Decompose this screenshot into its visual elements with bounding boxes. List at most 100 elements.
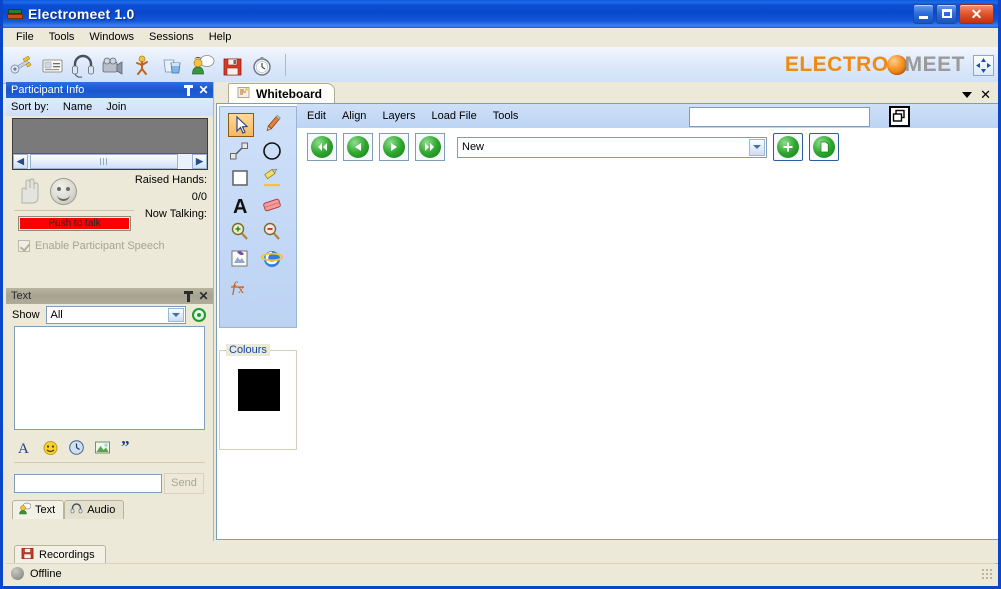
restore-windows-icon[interactable] bbox=[889, 106, 910, 127]
page-select[interactable]: New bbox=[457, 136, 767, 158]
pencil-tool[interactable] bbox=[260, 113, 286, 137]
zoom-in-tool[interactable] bbox=[228, 221, 254, 245]
colours-groupbox: Colours bbox=[219, 344, 297, 450]
polyline-tool[interactable] bbox=[228, 140, 254, 164]
new-page-button[interactable] bbox=[809, 133, 839, 161]
svg-text:x: x bbox=[238, 282, 244, 296]
text-panel: Text ✕ Show All A ” Send Text Audio bbox=[6, 288, 213, 541]
zoom-out-tool[interactable] bbox=[260, 221, 286, 245]
menu-sessions[interactable]: Sessions bbox=[142, 29, 202, 45]
tab-audio[interactable]: Audio bbox=[64, 500, 125, 519]
brand-meet-text: MEET bbox=[904, 53, 965, 76]
quote-icon[interactable]: ” bbox=[120, 437, 137, 456]
whiteboard-title-input[interactable] bbox=[689, 107, 870, 127]
pin-icon[interactable] bbox=[182, 290, 195, 303]
chevron-down-icon[interactable] bbox=[167, 308, 184, 322]
smiley-icon[interactable] bbox=[50, 178, 77, 205]
svg-text:”: ” bbox=[121, 439, 130, 456]
timer-clock-icon[interactable] bbox=[249, 50, 277, 80]
card-info-icon[interactable] bbox=[39, 50, 67, 80]
sort-by-name[interactable]: Name bbox=[63, 101, 92, 113]
close-icon[interactable]: ✕ bbox=[197, 83, 210, 97]
apply-filter-button[interactable] bbox=[191, 308, 206, 322]
wb-menu-tools[interactable]: Tools bbox=[493, 110, 519, 122]
menu-help[interactable]: Help bbox=[202, 29, 240, 45]
participant-speech-icon[interactable] bbox=[189, 50, 217, 80]
participant-info-caption: Participant Info ✕ bbox=[6, 82, 213, 98]
raised-hands-info: Raised Hands: 0/0 Now Talking: bbox=[135, 172, 207, 223]
menu-tools[interactable]: Tools bbox=[42, 29, 83, 45]
close-button[interactable]: ✕ bbox=[959, 4, 994, 24]
timestamp-clock-icon[interactable] bbox=[68, 439, 85, 456]
maximize-button[interactable] bbox=[936, 4, 957, 24]
person-chat-icon bbox=[18, 502, 32, 518]
presenter-icon[interactable] bbox=[129, 50, 157, 80]
scroll-left-button[interactable]: ◀ bbox=[13, 154, 28, 169]
current-colour-swatch[interactable] bbox=[238, 369, 280, 411]
tab-text[interactable]: Text bbox=[12, 500, 65, 519]
raise-hand-icon[interactable] bbox=[18, 176, 40, 204]
pin-icon[interactable] bbox=[182, 84, 195, 97]
send-button[interactable]: Send bbox=[164, 473, 204, 494]
chevron-down-icon[interactable] bbox=[749, 138, 765, 156]
eraser-tool[interactable] bbox=[260, 194, 286, 218]
whiteboard-tabstrip: Whiteboard ✕ bbox=[214, 82, 998, 103]
font-icon[interactable]: A bbox=[16, 439, 33, 457]
show-filter-select[interactable]: All bbox=[45, 306, 186, 324]
enable-participant-speech-row[interactable]: Enable Participant Speech bbox=[18, 240, 165, 252]
close-icon[interactable]: ✕ bbox=[197, 289, 210, 303]
formula-tool[interactable]: f x bbox=[228, 275, 254, 299]
menu-windows[interactable]: Windows bbox=[82, 29, 142, 45]
wb-menu-align[interactable]: Align bbox=[342, 110, 366, 122]
expand-icon[interactable] bbox=[973, 54, 994, 76]
image-icon[interactable] bbox=[94, 439, 111, 456]
colours-label: Colours bbox=[226, 344, 270, 356]
chat-send-row: Send bbox=[6, 463, 213, 494]
raised-hands-value: 0/0 bbox=[191, 191, 207, 203]
chat-input[interactable] bbox=[14, 474, 162, 493]
close-icon[interactable]: ✕ bbox=[980, 88, 991, 101]
text-panel-title: Text bbox=[11, 290, 32, 302]
add-page-button[interactable] bbox=[773, 133, 803, 161]
left-dock: Participant Info ✕ Sort by: Name Join ◀ … bbox=[6, 82, 214, 541]
camera-icon[interactable] bbox=[99, 50, 127, 80]
tab-whiteboard[interactable]: Whiteboard bbox=[228, 83, 335, 103]
last-page-button[interactable] bbox=[415, 133, 445, 161]
enable-speech-checkbox[interactable] bbox=[18, 240, 30, 252]
application-window: Electromeet 1.0 ✕ File Tools Windows Ses… bbox=[0, 0, 1001, 589]
tools-key-icon[interactable] bbox=[9, 50, 37, 80]
participant-list-scrollbar[interactable]: ◀ ▶ bbox=[13, 153, 207, 169]
wb-menu-load-file[interactable]: Load File bbox=[431, 110, 476, 122]
raised-hands-area: Raised Hands: 0/0 Now Talking: Push to t… bbox=[6, 170, 213, 252]
save-floppy-icon[interactable] bbox=[219, 50, 247, 80]
first-page-button[interactable] bbox=[307, 133, 337, 161]
highlighter-tool[interactable] bbox=[260, 167, 286, 191]
previous-page-button[interactable] bbox=[343, 133, 373, 161]
resize-grip[interactable] bbox=[981, 567, 993, 580]
emoticon-icon[interactable] bbox=[42, 439, 59, 456]
whiteboard-canvas[interactable] bbox=[301, 166, 996, 537]
ellipse-tool[interactable] bbox=[260, 140, 286, 164]
scroll-thumb[interactable] bbox=[30, 154, 178, 169]
push-to-talk-button[interactable]: Push to talk bbox=[18, 216, 131, 231]
rectangle-tool[interactable] bbox=[228, 167, 254, 191]
web-browser-tool[interactable] bbox=[260, 248, 286, 272]
wb-menu-layers[interactable]: Layers bbox=[382, 110, 415, 122]
scroll-track[interactable] bbox=[28, 154, 192, 169]
insert-image-tool[interactable] bbox=[228, 248, 254, 272]
wb-menu-edit[interactable]: Edit bbox=[307, 110, 326, 122]
next-page-button[interactable] bbox=[379, 133, 409, 161]
participant-list[interactable]: ◀ ▶ bbox=[12, 118, 208, 170]
water-glass-icon[interactable] bbox=[159, 50, 187, 80]
sort-by-join[interactable]: Join bbox=[106, 101, 126, 113]
text-tool[interactable]: A bbox=[228, 194, 254, 218]
tab-recordings[interactable]: Recordings bbox=[14, 545, 106, 564]
chat-log[interactable] bbox=[14, 326, 205, 430]
minimize-button[interactable] bbox=[913, 4, 934, 24]
scroll-right-button[interactable]: ▶ bbox=[192, 154, 207, 169]
menu-file[interactable]: File bbox=[9, 29, 42, 45]
text-filter-bar: Show All bbox=[6, 304, 213, 326]
pointer-tool[interactable] bbox=[228, 113, 254, 137]
chevron-down-icon[interactable] bbox=[962, 91, 973, 98]
headset-icon[interactable] bbox=[69, 50, 97, 80]
